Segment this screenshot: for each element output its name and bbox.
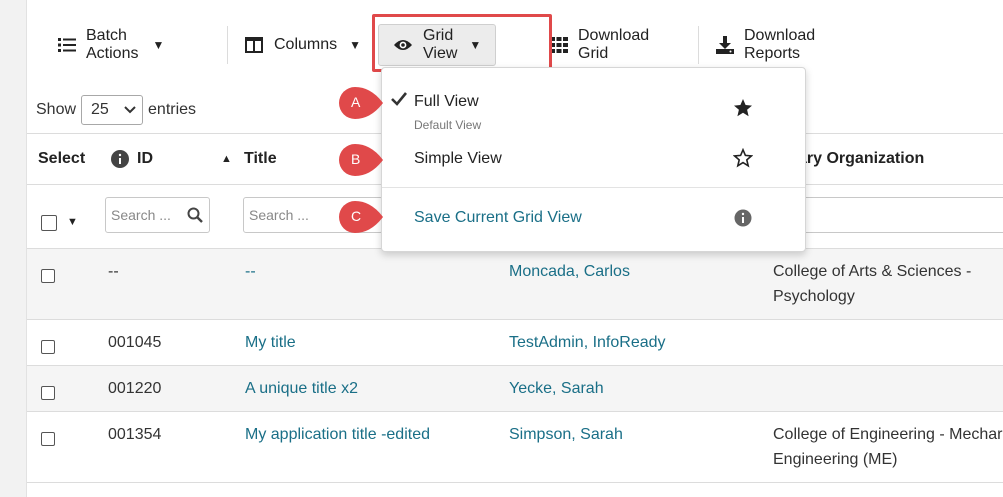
row-person-link[interactable]: Yecke, Sarah [509,380,604,398]
batch-actions-label: Batch Actions [86,27,139,62]
caret-down-icon: ▼ [349,38,362,52]
row-checkbox[interactable] [41,432,55,446]
full-view-option[interactable]: Full View Default View [382,86,805,136]
annotation-badge-a: A [338,86,383,120]
full-view-subtitle: Default View [414,118,482,132]
entries-select-value: 25 [91,101,109,118]
row-organization: College of Engineering - Mechar [773,426,1003,443]
sort-asc-icon: ▲ [221,153,232,165]
download-icon [716,35,734,55]
annotation-badge-c-label: C [351,208,362,224]
download-reports-button[interactable]: Download Reports [716,20,817,70]
download-reports-label: Download Reports [744,27,816,62]
simple-view-option[interactable]: Simple View [382,142,805,178]
batch-actions-button[interactable]: Batch Actions ▼ [58,20,164,70]
row-title-link[interactable]: -- [245,263,256,281]
title-search-placeholder: Search ... [249,207,309,223]
info-icon[interactable] [733,208,753,228]
select-all-checkbox[interactable] [41,215,57,231]
row-checkbox[interactable] [41,386,55,400]
download-grid-label: Download Grid [578,27,650,62]
annotation-badge-c: C [338,200,383,234]
table-row: -- -- Moncada, Carlos College of Arts & … [27,249,1003,320]
row-person-link[interactable]: Simpson, Sarah [509,426,623,444]
toolbar-divider [698,26,699,64]
row-title-link[interactable]: My title [245,334,296,352]
row-organization-line2: Psychology [773,288,855,305]
row-id: -- [108,263,119,280]
row-checkbox[interactable] [41,340,55,354]
dropdown-divider [382,187,805,188]
row-organization: College of Arts & Sciences - [773,263,972,280]
row-id: 001220 [108,380,162,397]
entries-select[interactable]: 25 [81,95,144,125]
toolbar-divider [227,26,228,64]
grid-view-dropdown: Full View Default View Simple View Save … [381,67,806,252]
full-view-label: Full View [414,93,479,110]
check-icon [391,92,408,111]
row-person-link[interactable]: Moncada, Carlos [509,263,630,281]
caret-down-icon: ▼ [152,38,165,52]
simple-view-label: Simple View [414,150,502,167]
annotation-badge-a-label: A [351,94,361,110]
annotation-badge-b: B [338,143,383,177]
row-id: 001354 [108,426,162,443]
save-grid-view-label: Save Current Grid View [414,209,582,226]
row-organization-line2: Engineering (ME) [773,451,898,468]
entries-label: entries [148,101,197,118]
row-checkbox[interactable] [41,269,55,283]
table-row: 001220 A unique title x2 Yecke, Sarah [27,366,1003,412]
columns-icon [244,35,264,55]
header-title[interactable]: Title [244,150,277,168]
header-id[interactable]: ID [137,150,153,168]
caret-down-icon[interactable]: ▼ [67,216,78,228]
table-row: 001045 My title TestAdmin, InfoReady [27,320,1003,366]
grid-icon [550,35,568,55]
annotation-badge-b-label: B [351,151,361,167]
chevron-down-icon [124,101,136,119]
star-outline-icon[interactable] [733,148,753,168]
row-title-link[interactable]: A unique title x2 [245,380,358,398]
download-grid-button[interactable]: Download Grid [550,20,651,70]
organization-search-input[interactable] [797,197,1003,233]
grid-view-highlight [372,14,552,72]
save-grid-view-option[interactable]: Save Current Grid View [382,198,805,238]
row-title-link[interactable]: My application title -edited [245,426,430,444]
columns-button[interactable]: Columns ▼ [244,20,361,70]
search-icon [187,207,203,226]
show-label: Show [36,101,77,118]
columns-label: Columns [274,36,338,53]
show-entries: Show 25 entries [36,95,196,125]
info-icon[interactable] [111,150,129,168]
id-search-placeholder: Search ... [111,207,171,223]
table-row: 001354 My application title -edited Simp… [27,412,1003,483]
header-select: Select [38,150,86,167]
id-search-input[interactable]: Search ... [105,197,210,233]
list-icon [58,35,76,55]
header-primary-organization[interactable]: ary Organization [798,150,924,168]
row-id: 001045 [108,334,162,351]
star-filled-icon[interactable] [733,98,753,118]
left-rail [0,0,27,497]
row-person-link[interactable]: TestAdmin, InfoReady [509,334,666,352]
